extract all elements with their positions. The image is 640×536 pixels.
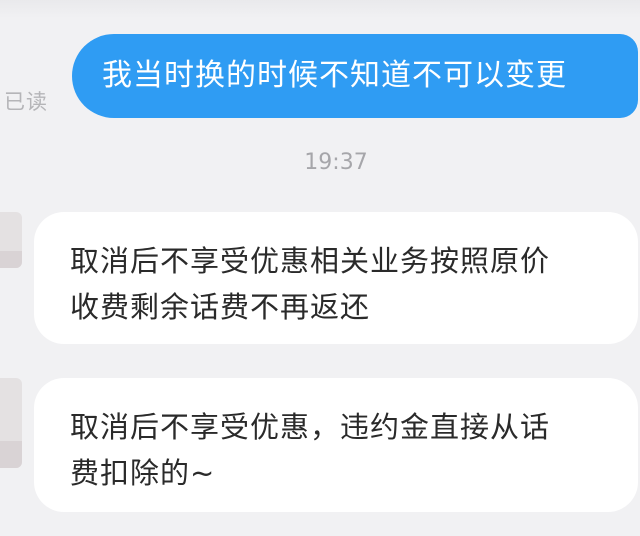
- avatar-shade: [0, 251, 22, 268]
- message-line: 取消后不享受优惠，违约金直接从话: [70, 410, 551, 444]
- sender-avatar[interactable]: [0, 212, 22, 268]
- incoming-message-bubble[interactable]: 取消后不享受优惠相关业务按照原价 收费剩余话费不再返还: [34, 212, 638, 344]
- message-line: 费扣除的~: [70, 456, 216, 490]
- chat-conversation[interactable]: 已读 我当时换的时候不知道不可以变更 19:37 取消后不享受优惠相关业务按照原…: [0, 0, 640, 536]
- scroll-fade: [0, 0, 640, 18]
- outgoing-message-bubble[interactable]: 我当时换的时候不知道不可以变更: [72, 34, 638, 118]
- message-line: 收费剩余话费不再返还: [70, 290, 371, 324]
- read-receipt: 已读: [4, 90, 48, 114]
- message-timestamp: 19:37: [304, 150, 368, 175]
- sender-avatar[interactable]: [0, 378, 22, 468]
- incoming-message-bubble[interactable]: 取消后不享受优惠，违约金直接从话 费扣除的~: [34, 378, 638, 512]
- outgoing-message-text: 我当时换的时候不知道不可以变更: [102, 58, 567, 93]
- avatar-shade: [0, 441, 22, 468]
- message-line: 取消后不享受优惠相关业务按照原价: [70, 244, 551, 278]
